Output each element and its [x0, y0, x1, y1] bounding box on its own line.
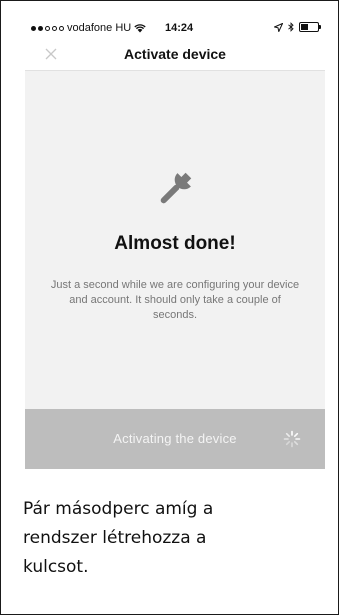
signal-dot [59, 25, 64, 31]
nav-title: Activate device [124, 46, 226, 62]
status-left: vodafone HU [31, 22, 146, 34]
signal-dot [31, 25, 36, 31]
figure-frame: vodafone HU 14:24 Activate device Almost… [0, 0, 339, 615]
caption-line: kulcsot. [23, 557, 89, 577]
caption-line: rendszer létrehozza a [23, 528, 207, 548]
wifi-icon [134, 23, 146, 32]
activation-status-bar: Activating the device [25, 409, 325, 469]
signal-dot [38, 25, 43, 31]
carrier-name: vodafone HU [67, 22, 132, 34]
phone-screen: vodafone HU 14:24 Activate device Almost… [25, 18, 325, 469]
activating-label: Activating the device [113, 431, 237, 446]
status-right [274, 22, 321, 32]
signal-dots-icon [31, 25, 64, 31]
bluetooth-icon [288, 22, 294, 32]
clock: 14:24 [165, 22, 194, 34]
signal-dot [45, 25, 50, 31]
signal-dot [52, 25, 57, 31]
activation-content: Almost done! Just a second while we are … [25, 71, 325, 409]
headline: Almost done! [114, 233, 236, 254]
description: Just a second while we are configuring y… [50, 279, 300, 321]
loading-spinner-icon [283, 430, 301, 448]
caption-text: Pár másodperc amíg a rendszer létrehozza… [23, 495, 313, 582]
battery-icon [299, 22, 321, 32]
location-arrow-icon [274, 22, 283, 32]
battery-level [301, 24, 309, 30]
status-bar: vodafone HU 14:24 [25, 18, 325, 38]
nav-bar: Activate device [25, 38, 325, 71]
wrench-icon [160, 172, 192, 204]
caption-line: Pár másodperc amíg a [23, 499, 214, 519]
